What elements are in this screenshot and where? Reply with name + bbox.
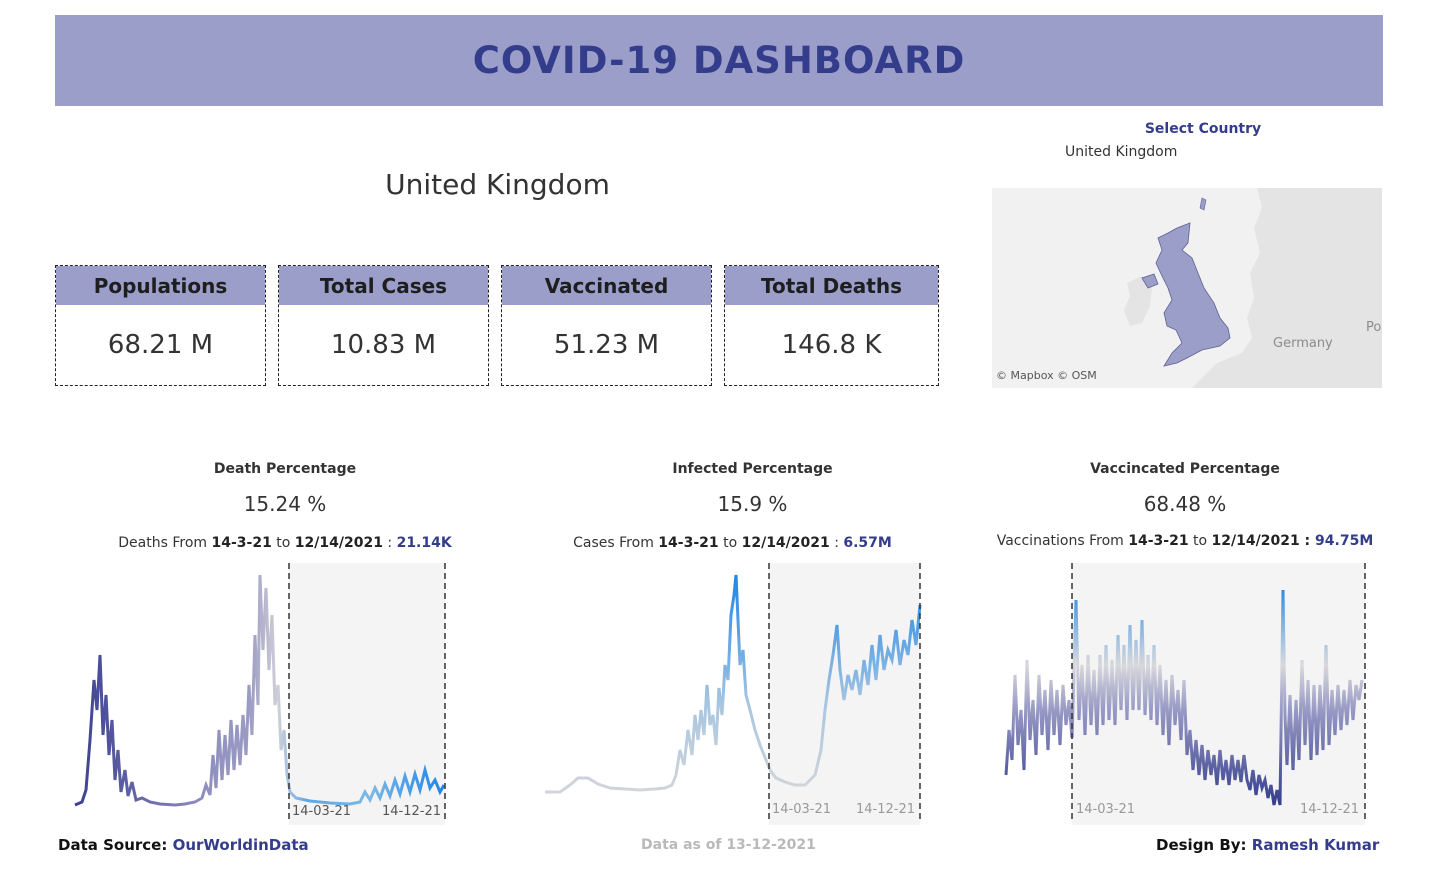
range-total: 94.75M xyxy=(1315,533,1374,549)
data-source-label: Data Source: xyxy=(58,836,173,854)
kpi-label: Total Cases xyxy=(279,266,488,305)
designer-name[interactable]: Ramesh Kumar xyxy=(1252,836,1380,854)
band-start-label: 14-03-21 xyxy=(1076,802,1135,817)
selected-country-title: United Kingdom xyxy=(385,168,610,201)
europe-landmass xyxy=(1192,188,1382,388)
shetland-shape xyxy=(1199,197,1207,211)
band-start-label: 14-03-21 xyxy=(292,804,351,819)
range-prefix: Vaccinations From xyxy=(996,533,1129,549)
dashboard-header: COVID-19 DASHBOARD xyxy=(55,15,1383,106)
range-to: 12/14/2021 xyxy=(294,535,383,551)
death-percentage-value: 15.24 % xyxy=(243,492,327,516)
dashboard-title: COVID-19 DASHBOARD xyxy=(472,39,966,82)
design-credit: Design By: Ramesh Kumar xyxy=(1156,836,1379,854)
data-source-link[interactable]: OurWorldinData xyxy=(173,836,309,854)
map-label-germany: Germany xyxy=(1273,336,1333,351)
vaccinated-range-text: Vaccinations From 14-3-21 to 12/14/2021 … xyxy=(975,533,1395,549)
kpi-card-vaccinated: Vaccinated 51.23 M xyxy=(501,265,712,386)
range-to: 12/14/2021 xyxy=(1211,533,1300,549)
band-start-label: 14-03-21 xyxy=(772,802,831,817)
range-prefix: Cases From xyxy=(573,535,659,551)
vaccinations-trend-chart[interactable]: 14-03-21 14-12-21 xyxy=(1000,560,1375,825)
country-map[interactable] xyxy=(992,188,1382,388)
data-source: Data Source: OurWorldinData xyxy=(58,836,309,854)
map-label-po: Po xyxy=(1366,320,1382,335)
kpi-card-populations: Populations 68.21 M xyxy=(55,265,266,386)
kpi-label: Vaccinated xyxy=(502,266,711,305)
range-to-word: to xyxy=(718,535,742,551)
kpi-label: Populations xyxy=(56,266,265,305)
range-from: 14-3-21 xyxy=(211,535,272,551)
band-end-label: 14-12-21 xyxy=(382,804,441,819)
map-canvas xyxy=(1124,188,1382,388)
death-range-text: Deaths From 14-3-21 to 12/14/2021 : 21.1… xyxy=(60,535,510,551)
band-end-label: 14-12-21 xyxy=(1300,802,1359,817)
infected-percentage-title: Infected Percentage xyxy=(672,461,833,477)
death-percentage-title: Death Percentage xyxy=(213,461,357,477)
kpi-card-total-deaths: Total Deaths 146.8 K xyxy=(724,265,939,386)
kpi-value: 51.23 M xyxy=(553,330,660,360)
range-sep: : xyxy=(829,535,844,551)
data-as-of: Data as of 13-12-2021 xyxy=(641,837,816,853)
kpi-label: Total Deaths xyxy=(725,266,938,305)
range-from: 14-3-21 xyxy=(1128,533,1189,549)
vaccinated-percentage-title: Vaccincated Percentage xyxy=(1090,461,1280,477)
range-to-word: to xyxy=(1188,533,1212,549)
cases-trend-chart[interactable]: 14-03-21 14-12-21 xyxy=(540,560,930,825)
range-total: 6.57M xyxy=(843,535,892,551)
range-to-word: to xyxy=(271,535,295,551)
design-label: Design By: xyxy=(1156,836,1252,854)
deaths-trend-chart[interactable]: 14-03-21 14-12-21 xyxy=(60,560,460,825)
infected-percentage-value: 15.9 % xyxy=(717,492,788,516)
vaccinated-percentage-value: 68.48 % xyxy=(1143,492,1227,516)
range-from: 14-3-21 xyxy=(658,535,719,551)
range-sep: : xyxy=(1299,533,1316,549)
range-to: 12/14/2021 xyxy=(741,535,830,551)
range-total: 21.14K xyxy=(396,535,452,551)
kpi-value: 10.83 M xyxy=(330,330,437,360)
select-country-label: Select Country xyxy=(1144,121,1262,137)
kpi-value: 146.8 K xyxy=(781,330,882,360)
range-sep: : xyxy=(382,535,397,551)
kpi-value: 68.21 M xyxy=(107,330,214,360)
map-credit: © Mapbox © OSM xyxy=(996,369,1097,382)
kpi-card-total-cases: Total Cases 10.83 M xyxy=(278,265,489,386)
band-end-label: 14-12-21 xyxy=(856,802,915,817)
country-filter-select[interactable]: United Kingdom xyxy=(1065,144,1177,160)
uk-shape xyxy=(1155,222,1231,367)
infected-range-text: Cases From 14-3-21 to 12/14/2021 : 6.57M xyxy=(510,535,955,551)
range-prefix: Deaths From xyxy=(118,535,212,551)
